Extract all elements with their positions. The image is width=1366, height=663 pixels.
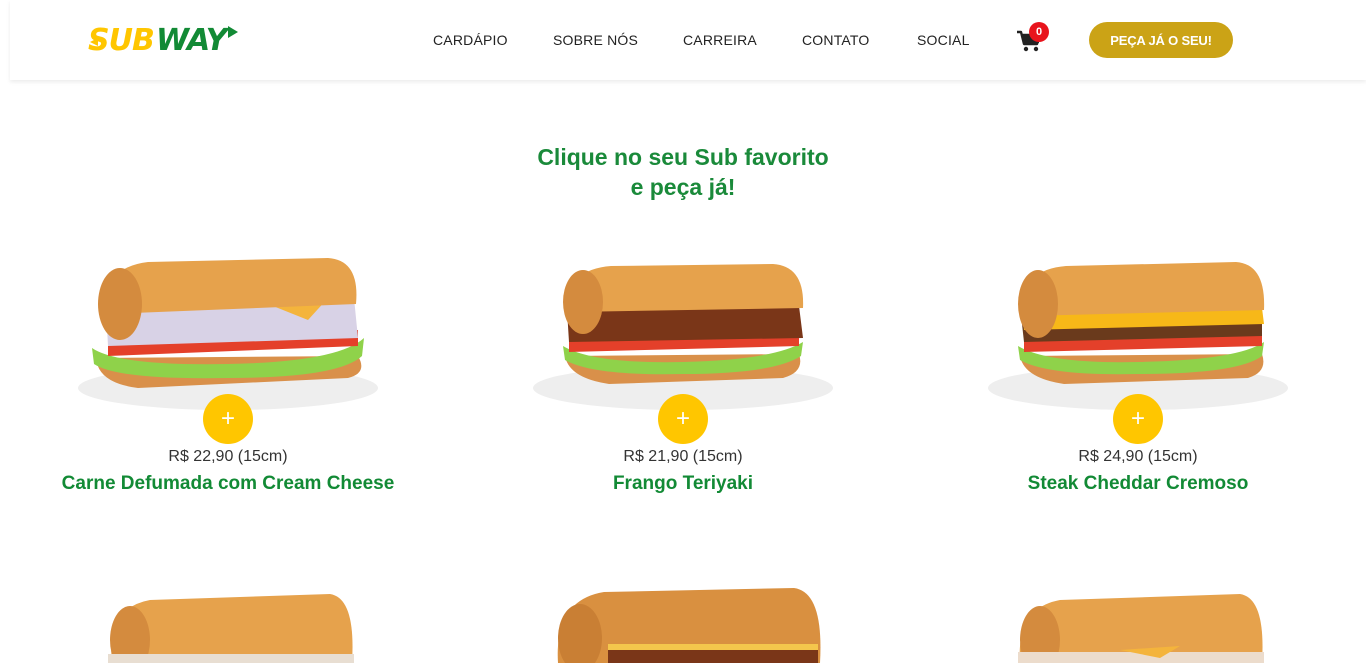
nav-social[interactable]: SOCIAL xyxy=(917,32,970,48)
nav-sobre-nos[interactable]: SOBRE NÓS xyxy=(553,32,638,48)
product-price: R$ 24,90 (15cm) xyxy=(1078,448,1198,465)
sandwich-image[interactable] xyxy=(58,238,398,418)
sandwich-image[interactable] xyxy=(1010,588,1270,663)
cart-count-badge: 0 xyxy=(1029,22,1049,42)
product-price: R$ 21,90 (15cm) xyxy=(623,448,743,465)
sandwich-image[interactable] xyxy=(513,238,853,418)
headline-line-2: e peça já! xyxy=(630,174,736,200)
add-to-order-button[interactable]: + xyxy=(658,394,708,444)
product-name[interactable]: Carne Defumada com Cream Cheese xyxy=(58,473,398,495)
sandwich-image[interactable] xyxy=(548,582,828,663)
add-to-order-button[interactable]: + xyxy=(1113,394,1163,444)
page-headline: Clique no seu Sub favorito e peça já! xyxy=(433,142,933,202)
product-name[interactable]: Frango Teriyaki xyxy=(513,473,853,495)
subway-logo[interactable]: SUB WAY xyxy=(88,22,240,56)
nav-contato[interactable]: CONTATO xyxy=(802,32,870,48)
order-now-button[interactable]: PEÇA JÁ O SEU! xyxy=(1089,22,1233,58)
site-header: SUB WAY CARDÁPIO SOBRE NÓS CARREIRA CONT… xyxy=(10,0,1366,80)
nav-carreira[interactable]: CARREIRA xyxy=(683,32,757,48)
headline-line-1: Clique no seu Sub favorito xyxy=(537,144,829,170)
sandwich-image[interactable] xyxy=(100,588,360,663)
svg-text:WAY: WAY xyxy=(156,23,231,56)
product-name[interactable]: Steak Cheddar Cremoso xyxy=(968,473,1308,495)
product-price: R$ 22,90 (15cm) xyxy=(168,448,288,465)
sandwich-image[interactable] xyxy=(968,238,1308,418)
nav-cardapio[interactable]: CARDÁPIO xyxy=(433,32,508,48)
add-to-order-button[interactable]: + xyxy=(203,394,253,444)
